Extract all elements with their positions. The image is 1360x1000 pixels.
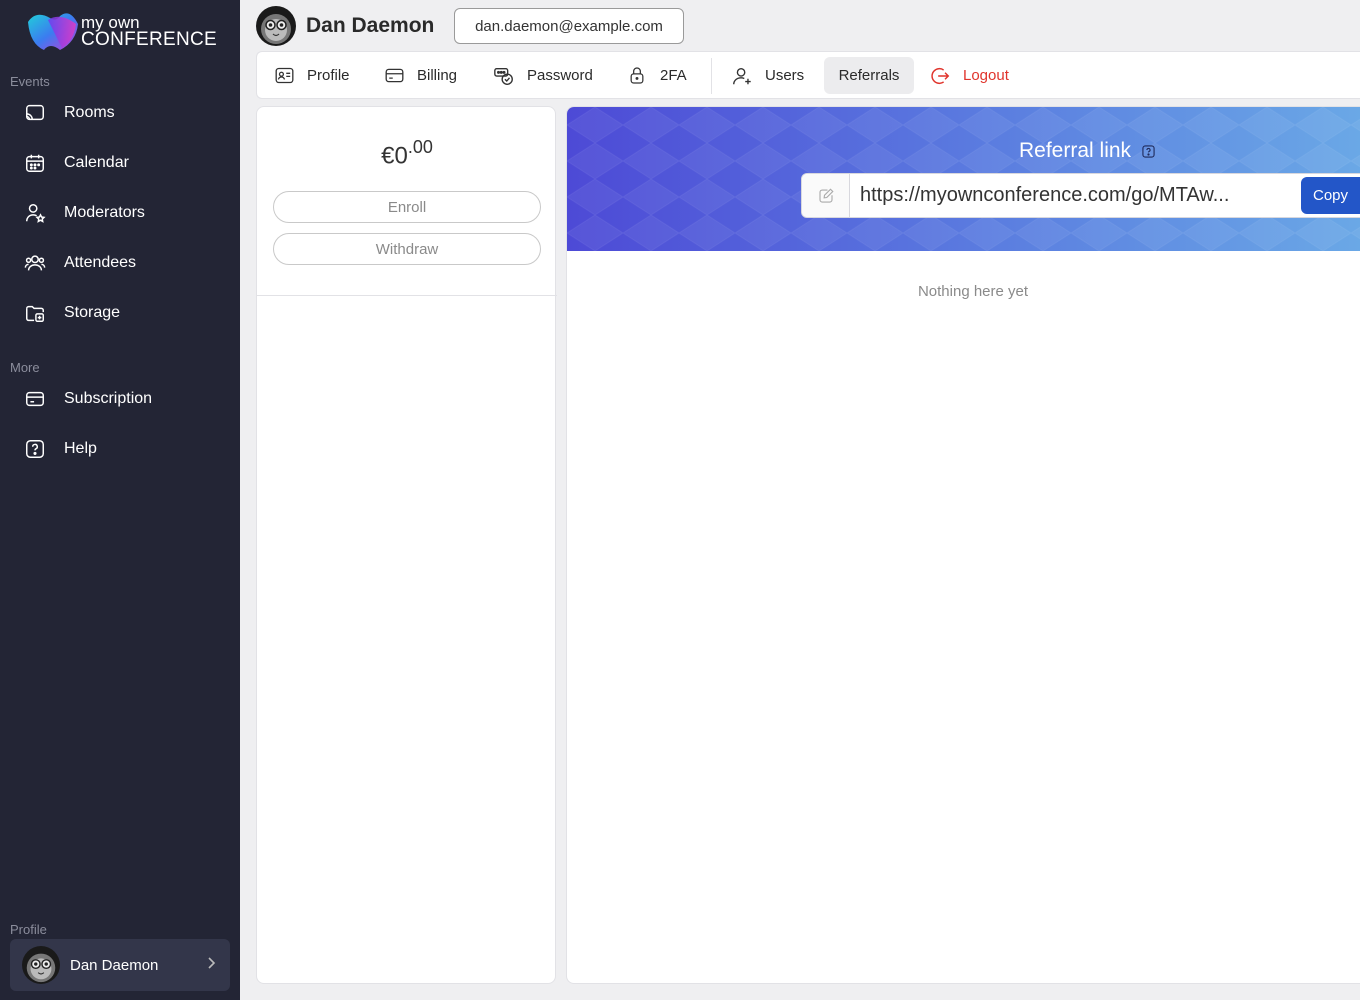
profile-section-label: Profile	[10, 922, 47, 937]
tab-label: 2FA	[660, 67, 687, 84]
tab-users[interactable]: Users	[731, 57, 804, 94]
page-title: Dan Daemon	[306, 14, 435, 37]
moderator-icon	[22, 200, 48, 226]
help-icon[interactable]	[1141, 144, 1155, 158]
tab-label: Users	[765, 67, 805, 84]
sidebar-item-calendar[interactable]: Calendar	[10, 143, 230, 183]
referral-banner: Referral link https://myownconference.co…	[567, 107, 1360, 251]
help-icon	[22, 436, 48, 462]
sidebar-item-storage[interactable]: Storage	[10, 293, 230, 333]
logo-mark-icon	[28, 13, 78, 51]
sidebar-item-help[interactable]: Help	[10, 429, 230, 469]
sidebar-item-subscription[interactable]: Subscription	[10, 379, 230, 419]
tab-billing[interactable]: Billing	[383, 57, 457, 94]
add-user-icon	[731, 65, 753, 87]
password-icon	[493, 65, 515, 87]
referral-link-field[interactable]: https://myownconference.com/go/MTAw...	[801, 173, 1360, 218]
tab-label: Billing	[417, 67, 458, 84]
tab-profile[interactable]: Profile	[273, 57, 350, 94]
lock-icon	[626, 65, 648, 87]
balance-cents: .00	[407, 137, 433, 157]
empty-state-text: Nothing here yet	[917, 283, 1029, 300]
sidebar-item-moderators[interactable]: Moderators	[10, 193, 230, 233]
cast-icon	[22, 100, 48, 126]
profile-card[interactable]: Dan Daemon	[10, 939, 230, 991]
sidebar-item-attendees[interactable]: Attendees	[10, 243, 230, 283]
sidebar-item-rooms[interactable]: Rooms	[10, 93, 230, 133]
tab-label: Password	[527, 67, 593, 84]
email-field[interactable]: dan.daemon@example.com	[454, 8, 684, 44]
profile-name: Dan Daemon	[70, 956, 159, 974]
tab-password[interactable]: Password	[493, 57, 593, 94]
tab-label: Profile	[307, 67, 350, 84]
referral-url[interactable]: https://myownconference.com/go/MTAw...	[850, 184, 1360, 207]
brand-line2: CONFERENCE	[81, 29, 218, 50]
events-section-label: Events	[10, 74, 50, 89]
sidebar-item-label: Help	[64, 440, 97, 457]
tab-label: Referrals	[838, 67, 900, 84]
card-icon	[22, 386, 48, 412]
referral-panel: Referral link https://myownconference.co…	[566, 106, 1360, 984]
tab-referrals[interactable]: Referrals	[824, 57, 914, 94]
copy-button[interactable]: Copy	[1301, 177, 1360, 214]
more-section-label: More	[10, 360, 40, 375]
sidebar-item-label: Moderators	[64, 204, 145, 221]
logout-icon	[929, 65, 951, 87]
chevron-right-icon	[206, 956, 216, 974]
avatar	[22, 946, 60, 984]
tab-label: Logout	[963, 67, 1009, 84]
brand-text: my own CONFERENCE	[81, 14, 218, 50]
edit-icon[interactable]	[802, 174, 850, 217]
withdraw-button[interactable]: Withdraw	[273, 233, 541, 265]
brand-logo[interactable]: my own CONFERENCE	[26, 12, 218, 54]
referral-title: Referral link	[1019, 139, 1155, 163]
sidebar: my own CONFERENCE Events Rooms Calendar …	[0, 0, 240, 1000]
id-card-icon	[273, 65, 295, 87]
tab-2fa[interactable]: 2FA	[626, 57, 687, 94]
balance-panel: €0.00 Enroll Withdraw	[256, 106, 557, 984]
folder-icon	[22, 300, 48, 326]
sidebar-item-label: Storage	[64, 304, 121, 321]
sidebar-item-label: Calendar	[64, 154, 129, 171]
balance-currency: €	[381, 142, 395, 170]
account-tabs: Profile Billing Password 2FA Users Refer…	[256, 51, 1360, 99]
balance-amount: €0.00	[257, 137, 557, 170]
referral-title-text: Referral link	[1019, 139, 1132, 162]
enroll-button[interactable]: Enroll	[273, 191, 541, 223]
header-avatar	[256, 6, 296, 46]
balance-whole: 0	[394, 142, 408, 170]
tab-logout[interactable]: Logout	[929, 57, 1009, 94]
attendees-icon	[22, 250, 48, 276]
wallet-icon	[383, 65, 405, 87]
sidebar-item-label: Attendees	[64, 254, 137, 271]
tab-divider	[711, 58, 712, 94]
sidebar-item-label: Subscription	[64, 390, 153, 407]
sidebar-item-label: Rooms	[64, 104, 115, 121]
calendar-icon	[22, 150, 48, 176]
panel-divider	[257, 295, 557, 296]
